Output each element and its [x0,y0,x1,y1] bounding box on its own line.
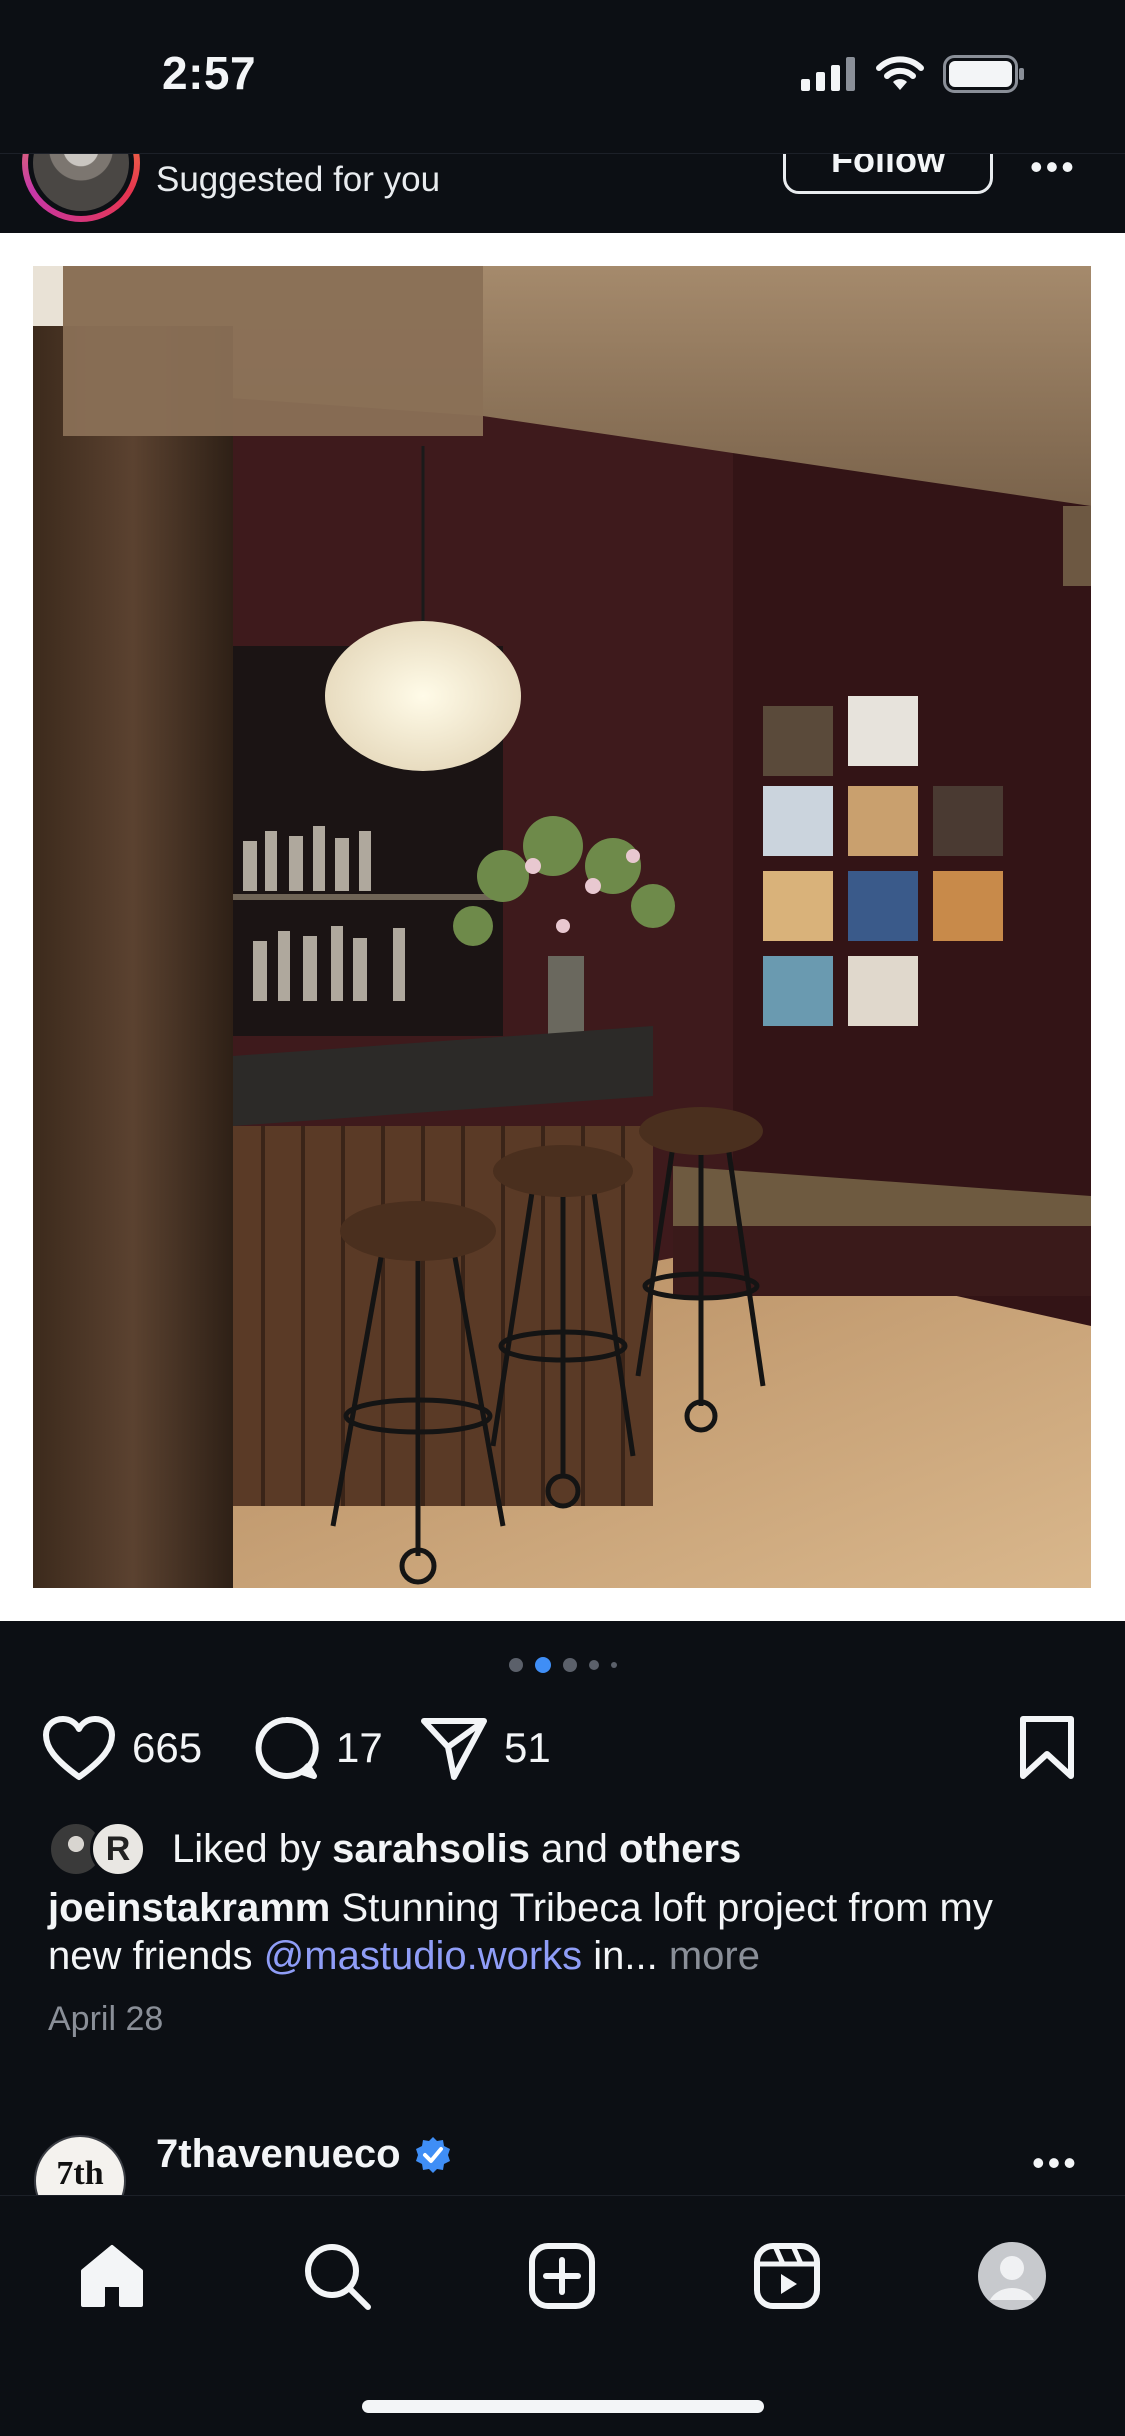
liked-by-others[interactable]: others [619,1827,741,1872]
tab-create[interactable] [522,2236,602,2316]
heart-icon[interactable] [42,1715,116,1781]
follow-button[interactable]: Follow [783,154,993,194]
next-post-username-row[interactable]: 7thavenueco [156,2132,453,2177]
battery-icon [943,55,1024,93]
carousel-indicator [0,1657,1125,1673]
status-bar: 2:57 [0,0,1125,153]
share-action[interactable]: 51 [420,1708,551,1788]
status-time: 2:57 [162,47,257,99]
carousel-dot [508,1658,523,1672]
tab-profile[interactable] [972,2236,1052,2316]
carousel-dot [610,1662,617,1668]
cellular-signal-icon [801,57,855,91]
liked-by-user[interactable]: sarahsolis [332,1827,530,1872]
tab-home[interactable] [72,2236,152,2316]
liked-by-middle: and [530,1826,619,1871]
post-caption[interactable]: joeinstakramm Stunning Tribeca loft proj… [48,1884,1068,1980]
comment-action[interactable]: 17 [252,1708,383,1788]
like-count: 665 [132,1724,203,1771]
home-icon [81,2245,143,2307]
liked-by-avatars: R [48,1821,158,1877]
like-action[interactable]: 665 [42,1708,202,1788]
next-post-header: 7th 7thavenueco ••• [0,2120,1125,2195]
author-avatar[interactable] [22,154,140,222]
post-date: April 28 [48,2000,164,2038]
post-options-icon[interactable]: ••• [1030,154,1077,188]
post-header: Suggested for you Follow ••• [0,153,1125,233]
next-post-avatar[interactable]: 7th [34,2135,126,2195]
post-actions: 665 17 51 [0,1708,1125,1788]
comment-icon[interactable] [252,1714,320,1782]
next-post-username[interactable]: 7thavenueco [156,2132,401,2177]
bookmark-icon[interactable] [1018,1714,1076,1782]
send-icon[interactable] [420,1715,488,1781]
add-post-icon [529,2243,595,2309]
wifi-icon [876,56,924,90]
profile-avatar-icon [978,2242,1046,2310]
comment-count: 17 [336,1724,383,1771]
caption-mention[interactable]: @mastudio.works [264,1934,582,1978]
carousel-dot [588,1660,599,1670]
reels-icon [754,2243,820,2309]
next-post-options-icon[interactable]: ••• [1032,2142,1079,2184]
liker-avatar: R [90,1821,146,1877]
liked-by-prefix: Liked by [172,1826,333,1871]
tab-reels[interactable] [747,2236,827,2316]
carousel-dot-active [534,1657,551,1673]
save-action[interactable] [1018,1708,1076,1788]
caption-text-after: in... [582,1934,669,1978]
post-media[interactable] [0,233,1125,1621]
liked-by[interactable]: R Liked by sarahsolis and others [48,1818,741,1880]
caption-more-link[interactable]: more [669,1934,760,1978]
status-icons [801,52,1025,96]
carousel-dot [562,1658,577,1672]
verified-badge-icon [415,2136,450,2173]
caption-username[interactable]: joeinstakramm [48,1886,330,1930]
tab-search[interactable] [297,2236,377,2316]
share-count: 51 [504,1724,551,1771]
search-icon [305,2244,371,2310]
post-photo [33,266,1091,1588]
home-indicator[interactable] [362,2400,764,2413]
suggested-label: Suggested for you [156,160,441,199]
